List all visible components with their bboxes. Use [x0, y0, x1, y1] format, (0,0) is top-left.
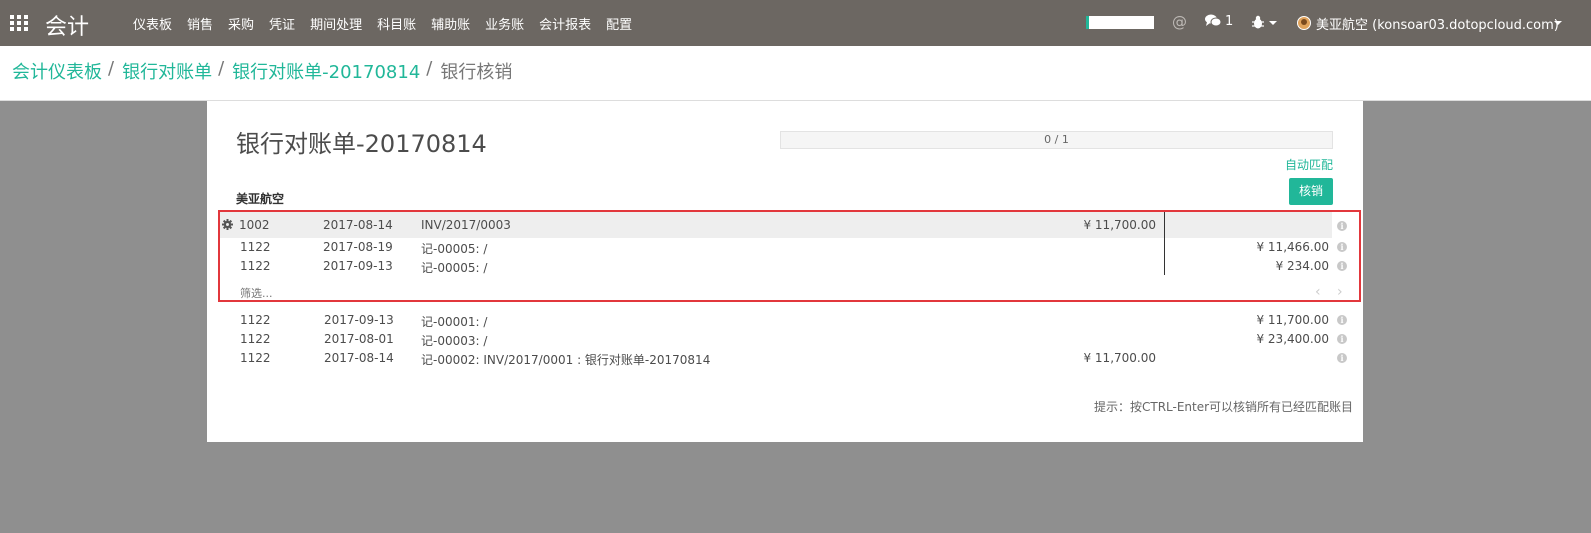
user-avatar[interactable] — [1297, 16, 1311, 30]
user-dropdown-caret-icon[interactable] — [1554, 21, 1562, 25]
pager-prev-icon[interactable]: ‹ — [1315, 284, 1321, 300]
info-icon[interactable]: i — [1337, 261, 1347, 271]
apps-grid-icon[interactable] — [10, 15, 28, 31]
line-label: 记-00003: / — [421, 334, 488, 348]
gear-icon[interactable] — [222, 219, 233, 230]
breadcrumb-separator: / — [426, 58, 433, 79]
info-icon[interactable]: i — [1337, 334, 1347, 344]
debit-credit-divider — [1164, 212, 1165, 275]
auto-match-link[interactable]: 自动匹配 — [1285, 156, 1333, 173]
menu-item-sales[interactable]: 销售 — [187, 14, 213, 33]
info-icon[interactable]: i — [1337, 242, 1347, 252]
at-mention-icon[interactable]: @ — [1172, 13, 1187, 31]
app-brand: 会计 — [45, 15, 90, 40]
line-account: 1122 — [240, 351, 271, 365]
info-icon[interactable]: i — [1337, 353, 1347, 363]
chat-count-badge[interactable]: 1 — [1225, 14, 1233, 29]
pager-next-icon[interactable]: › — [1337, 284, 1343, 300]
info-icon[interactable]: i — [1337, 221, 1347, 231]
line-account: 1122 — [240, 259, 271, 273]
line-label: 记-00001: / — [421, 315, 488, 329]
menu-item-auxiliary[interactable]: 辅助账 — [431, 14, 470, 33]
reconcile-progress-bar: 0 / 1 — [780, 131, 1333, 149]
debug-bug-icon[interactable] — [1252, 15, 1264, 29]
breadcrumb-separator: / — [108, 58, 115, 79]
breadcrumb-bank-statements[interactable]: 银行对账单 — [122, 58, 212, 84]
menu-item-dashboard[interactable]: 仪表板 — [133, 14, 172, 33]
line-credit: ¥ 11,466.00 — [1256, 240, 1329, 254]
line-date: 2017-08-19 — [323, 240, 393, 254]
chat-icon[interactable] — [1205, 14, 1221, 28]
top-navbar: 会计 仪表板 销售 采购 凭证 期间处理 科目账 辅助账 业务账 会计报表 配置… — [0, 0, 1591, 46]
keyboard-hint: 提示：按CTRL-Enter可以核销所有已经匹配账目 — [1094, 400, 1354, 414]
line-credit: ¥ 234.00 — [1275, 259, 1329, 273]
line-debit: ¥ 11,700.00 — [1083, 351, 1156, 365]
line-date: 2017-08-14 — [324, 351, 394, 365]
line-account: 1122 — [240, 313, 271, 327]
line-date: 2017-08-01 — [324, 332, 394, 346]
breadcrumb: 会计仪表板 / 银行对账单 / 银行对账单-20170814 / 银行核销 — [12, 58, 512, 84]
line-date: 2017-09-13 — [323, 259, 393, 273]
breadcrumb-separator: / — [218, 58, 225, 79]
line-credit: ¥ 23,400.00 — [1256, 332, 1329, 346]
statement-account: 1002 — [239, 218, 270, 232]
quick-search-box[interactable] — [1086, 16, 1154, 29]
statement-date: 2017-08-14 — [323, 218, 393, 232]
partner-name[interactable]: 美亚航空 — [236, 190, 284, 207]
breadcrumb-statement[interactable]: 银行对账单-20170814 — [232, 58, 420, 84]
statement-label: INV/2017/0003 — [421, 218, 511, 232]
menu-item-purchase[interactable]: 采购 — [228, 14, 254, 33]
user-menu-name[interactable]: 美亚航空 (konsoar03.dotopcloud.com) — [1316, 14, 1559, 33]
breadcrumb-accounting-dashboard[interactable]: 会计仪表板 — [12, 58, 102, 84]
breadcrumb-current: 银行核销 — [440, 62, 513, 83]
menu-item-period[interactable]: 期间处理 — [310, 14, 362, 33]
menu-item-business[interactable]: 业务账 — [485, 14, 524, 33]
control-panel: 会计仪表板 / 银行对账单 / 银行对账单-20170814 / 银行核销 — [0, 46, 1591, 101]
menu-item-vouchers[interactable]: 凭证 — [269, 14, 295, 33]
main-menu: 仪表板 销售 采购 凭证 期间处理 科目账 辅助账 业务账 会计报表 配置 — [133, 0, 647, 46]
menu-item-accounts[interactable]: 科目账 — [377, 14, 416, 33]
filter-input[interactable] — [240, 287, 440, 300]
line-label: 记-00002: INV/2017/0001 : 银行对账单-20170814 — [421, 353, 711, 367]
line-credit: ¥ 11,700.00 — [1256, 313, 1329, 327]
line-date: 2017-09-13 — [324, 313, 394, 327]
menu-item-reports[interactable]: 会计报表 — [539, 14, 591, 33]
line-label: 记-00005: / — [421, 242, 488, 256]
reconcile-button[interactable]: 核销 — [1289, 178, 1333, 205]
statement-amount: ¥ 11,700.00 — [1083, 218, 1156, 232]
line-account: 1122 — [240, 240, 271, 254]
reconciliation-sheet: 银行对账单-20170814 0 / 1 自动匹配 核销 美亚航空 1002 2… — [207, 101, 1363, 442]
page-title: 银行对账单-20170814 — [236, 130, 487, 158]
debug-dropdown-caret-icon[interactable] — [1269, 21, 1277, 25]
line-label: 记-00005: / — [421, 261, 488, 275]
menu-item-config[interactable]: 配置 — [606, 14, 632, 33]
line-account: 1122 — [240, 332, 271, 346]
progress-text: 0 / 1 — [1044, 133, 1069, 146]
info-icon[interactable]: i — [1337, 315, 1347, 325]
